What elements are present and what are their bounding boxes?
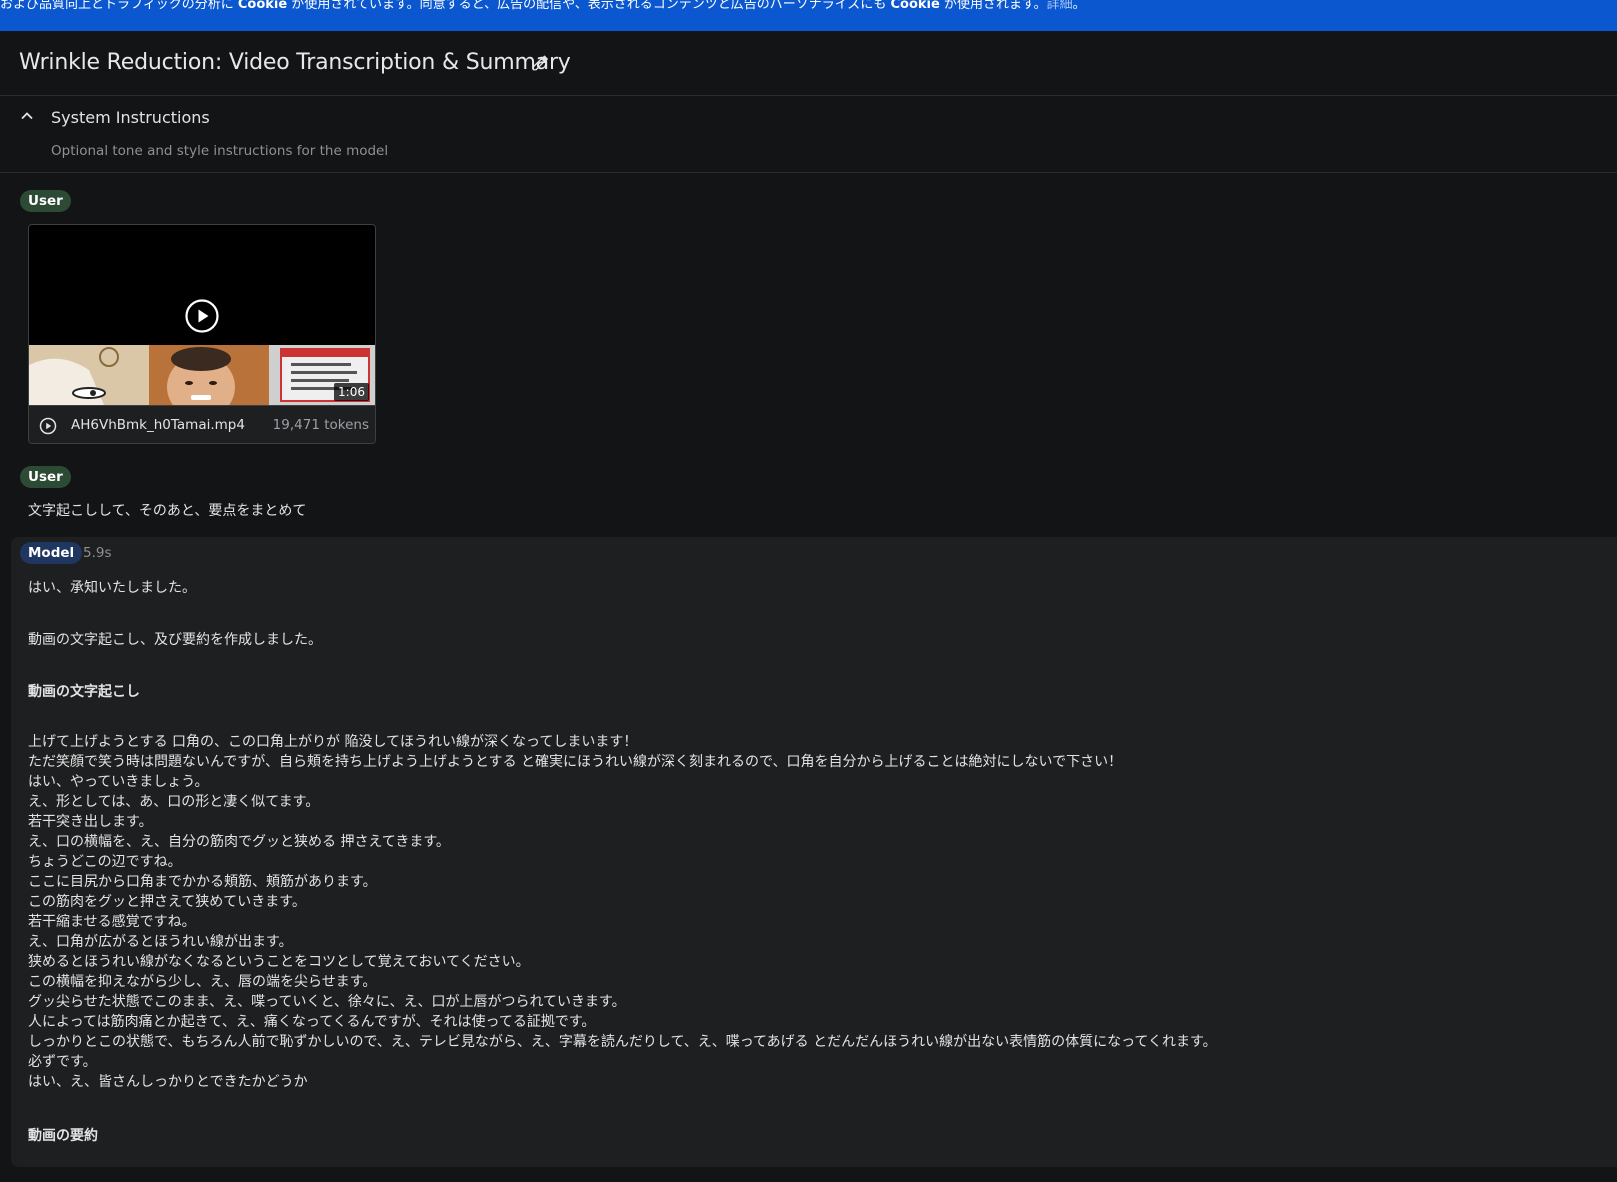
transcript-line: 若干縮ませる感覚ですね。 <box>28 914 196 930</box>
transcript-line: ちょうどこの辺ですね。 <box>28 854 182 870</box>
transcript-line: ただ笑顔で笑う時は問題ないんですが、自ら頬を持ち上げよう上げようとする と確実に… <box>28 754 1123 770</box>
prompt-header: Wrinkle Reduction: Video Transcription &… <box>0 31 1617 96</box>
transcript-line: 必ずです。 <box>28 1054 97 1070</box>
transcript-line: 狭めるとほうれい線がなくなるということをコツとして覚えておいてください。 <box>28 954 530 970</box>
system-instructions-input[interactable]: Optional tone and style instructions for… <box>51 143 388 159</box>
transcript-line: この横幅を抑えながら少し、え、唇の端を尖らせます。 <box>28 974 377 990</box>
transcript-line: はい、え、皆さんしっかりとできたかどうか <box>28 1074 308 1090</box>
transcript-line: しっかりとこの状態で、もちろん人前で恥ずかしいので、え、テレビ見ながら、え、字幕… <box>28 1034 1217 1050</box>
transcript-lines: 上げて上げようとする 口角の、この口角上がりが 陥没してほうれい線が深くなってし… <box>28 732 1217 1092</box>
role-chip-user-2: User <box>20 466 71 488</box>
cookie-text-2: が使用されています。同意すると、広告の配信や、表示されるコンテンツと広告のパーソ… <box>287 0 891 12</box>
play-icon[interactable] <box>184 298 220 334</box>
role-chip-user: User <box>20 190 71 212</box>
transcript-line: はい、やっていきましょう。 <box>28 774 209 790</box>
transcript-line: 上げて上げようとする 口角の、この口角上がりが 陥没してほうれい線が深くなってし… <box>28 734 638 750</box>
transcript-line: え、形としては、あ、口の形と凄く似てます。 <box>28 794 320 810</box>
token-count: 19,471 tokens <box>272 417 369 433</box>
transcript-line: この筋肉をグッと押さえて狭めていきます。 <box>28 894 306 910</box>
transcript-line: 若干突き出します。 <box>28 814 153 830</box>
transcript-line: ここに目尻から口角までかかる頬筋、頬筋があります。 <box>28 874 377 890</box>
file-info-row: AH6VhBmk_h0Tamai.mp4 19,471 tokens <box>29 405 375 443</box>
transcript-line: 人によっては筋肉痛とか起きて、え、痛くなってくるんですが、それは使ってる証拠です… <box>28 1014 596 1030</box>
cookie-details-link[interactable]: 詳細 <box>1047 0 1073 12</box>
response-intro: はい、承知いたしました。 <box>28 580 196 596</box>
page-title: Wrinkle Reduction: Video Transcription &… <box>19 50 571 75</box>
cookie-end: 。 <box>1072 0 1086 12</box>
video-duration: 1:06 <box>334 383 369 401</box>
cookie-text-3: が使用されます。 <box>939 0 1047 12</box>
cookie-word-1: Cookie <box>237 0 288 12</box>
chevron-up-icon[interactable] <box>19 108 35 124</box>
role-chip-model: Model <box>20 542 83 564</box>
system-instructions-title[interactable]: System Instructions <box>51 108 210 127</box>
response-intro-2: 動画の文字起こし、及び要約を作成しました。 <box>28 632 322 648</box>
transcript-line: え、口角が広がるとほうれい線が出ます。 <box>28 934 293 950</box>
response-time: 5.9s <box>83 545 112 561</box>
section-heading-transcript: 動画の文字起こし <box>28 684 140 700</box>
cookie-word-2: Cookie <box>890 0 940 12</box>
file-name: AH6VhBmk_h0Tamai.mp4 <box>71 417 245 433</box>
play-circle-icon[interactable] <box>39 417 57 435</box>
section-heading-summary: 動画の要約 <box>28 1128 98 1144</box>
video-thumbnail: 1:06 <box>29 345 375 405</box>
video-attachment[interactable]: 1:06 AH6VhBmk_h0Tamai.mp4 19,471 tokens <box>28 224 376 444</box>
transcript-line: え、口の横幅を、え、自分の筋肉でグッと狭める 押さえてきます。 <box>28 834 450 850</box>
cookie-banner: および品質向上とトラフィックの分析に Cookie が使用されています。同意する… <box>0 0 1617 31</box>
user-prompt-text: 文字起こしして、そのあと、要点をまとめて <box>28 503 307 519</box>
system-instructions-panel: System Instructions Optional tone and st… <box>0 96 1617 173</box>
pencil-icon[interactable] <box>531 54 549 72</box>
cookie-text-1: および品質向上とトラフィックの分析に <box>0 0 238 12</box>
thumbnail-image <box>29 345 375 405</box>
transcript-line: グッ尖らせた状態でこのまま、え、喋っていくと、徐々に、え、口が上唇がつられていき… <box>28 994 626 1010</box>
